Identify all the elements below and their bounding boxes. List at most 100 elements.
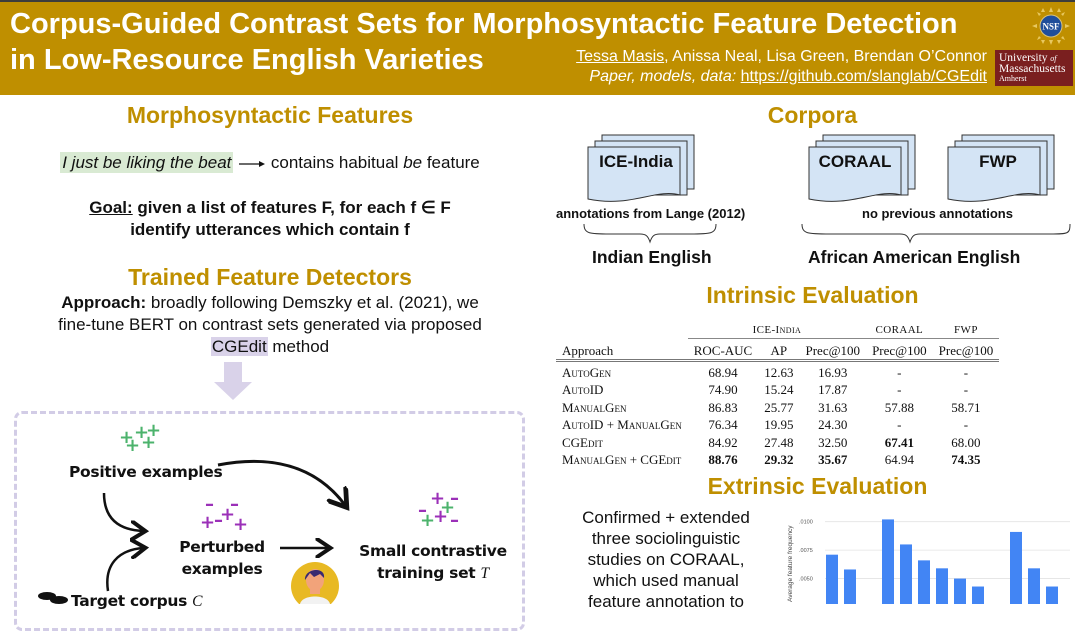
approach-name: ManualGen <box>562 399 627 415</box>
table-cell: 24.30 <box>818 417 848 433</box>
group-header-coraal: CORAAL <box>866 314 933 339</box>
co-authors: , Anissa Neal, Lisa Green, Brendan O’Con… <box>664 48 987 65</box>
target-corpus-label: Target corpus C <box>71 592 203 610</box>
presenting-author: Tessa Masis <box>576 48 665 65</box>
section-title-trained-detectors: Trained Feature Detectors <box>128 264 412 290</box>
table-cell: 15.24 <box>764 382 794 398</box>
poster-title-line1: Corpus-Guided Contrast Sets for Morphosy… <box>10 8 958 40</box>
table-cell: 25.77 <box>764 399 794 415</box>
table-cell: 35.67 <box>818 452 848 468</box>
y-tick-label: .0100 <box>799 520 813 526</box>
doc-label-coraal: CORAAL <box>818 152 892 171</box>
section-title-intrinsic-eval: Intrinsic Evaluation <box>706 282 919 308</box>
bar-group2-3 <box>918 560 930 604</box>
column-header: Approach <box>556 338 688 362</box>
table-cell: 57.88 <box>884 399 914 415</box>
down-arrow-icon <box>214 362 252 400</box>
table-row: ManualGen 86.83 25.77 31.63 57.88 58.71 <box>556 399 999 417</box>
column-header: Prec@100 <box>866 338 933 362</box>
section-title-morph-features: Morphosyntactic Features <box>126 102 414 128</box>
column-header: ROC-AUC <box>687 338 759 362</box>
table-row: CGEdit 84.92 27.48 32.50 67.41 68.00 <box>556 434 999 452</box>
poster-header: Corpus-Guided Contrast Sets for Morphosy… <box>0 0 1075 95</box>
table-cell: 67.41 <box>884 434 914 450</box>
table-cell: 31.63 <box>818 399 848 415</box>
goal-statement: Goal: given a list of features F, for ea… <box>89 198 451 239</box>
brace-aae <box>801 223 1071 244</box>
group-label-indian-english: Indian English <box>592 247 712 267</box>
table-row: AutoGen 68.94 12.63 16.93 - - <box>556 361 999 382</box>
section-title-extrinsic-eval: Extrinsic Evaluation <box>707 473 928 499</box>
table-cell: 88.76 <box>708 452 738 468</box>
table-cell: 58.71 <box>951 399 981 415</box>
bar-group2-4 <box>936 568 948 604</box>
table-cell: 29.32 <box>764 452 794 468</box>
approach-name: AutoGen <box>562 364 612 380</box>
annotation-note-aae: no previous annotations <box>862 206 1013 221</box>
cgedit-highlight: CGEdit <box>210 337 268 356</box>
bar-group2-2 <box>900 544 912 604</box>
table-cell: 84.92 <box>708 434 738 450</box>
column-header: AP <box>758 338 800 362</box>
goal-label: Goal: <box>89 198 133 217</box>
brace-india <box>583 223 717 244</box>
table-cell: 12.63 <box>764 364 794 380</box>
github-link[interactable]: https://github.com/slanglab/CGEdit <box>741 68 987 85</box>
bar-group3-2 <box>1028 568 1040 604</box>
table-row: AutoID + ManualGen 76.34 19.95 24.30 - - <box>556 417 999 435</box>
links-line: Paper, models, data: https://github.com/… <box>589 68 987 86</box>
bar-group3-3 <box>1046 586 1058 604</box>
annotation-note-india: annotations from Lange (2012) <box>556 206 746 221</box>
table-cell: 76.34 <box>708 417 738 433</box>
doc-label-fwp: FWP <box>979 152 1017 171</box>
table-cell: 74.90 <box>708 382 738 398</box>
table-cell: 16.93 <box>818 364 848 380</box>
group-header-fwp: FWP <box>932 314 1000 339</box>
table-cell: 74.35 <box>951 452 981 468</box>
bar-group2-5 <box>954 578 966 604</box>
bar-group1-2 <box>844 569 856 604</box>
column-header: Prec@100 <box>799 338 867 362</box>
extrinsic-description: Confirmed + extended three sociolinguist… <box>582 508 750 611</box>
umass-logo: University of Massachusetts Amherst <box>995 50 1073 86</box>
table-cell: 68.00 <box>951 434 981 450</box>
approach-name: AutoID <box>562 382 604 398</box>
svg-text:NSF: NSF <box>1042 22 1060 32</box>
approach-name: CGEdit <box>562 434 603 450</box>
column-header: Prec@100 <box>932 338 1000 362</box>
poster-title-line2: in Low-Resource English Varieties <box>10 44 484 76</box>
bar-group3-1 <box>1010 531 1022 604</box>
feature-example: I just be liking the beat contains habit… <box>0 152 540 173</box>
links-label: Paper, models, data: <box>589 68 737 85</box>
table-cell: 17.87 <box>818 382 848 398</box>
nsf-logo-icon: NSF <box>1032 7 1070 45</box>
table-cell: - <box>963 382 969 398</box>
approach-name: ManualGen + CGEdit <box>562 452 682 468</box>
bar-group2-1 <box>882 519 894 604</box>
group-header-ice-india: ICE-India <box>687 314 867 339</box>
arrow-positive-to-set <box>217 459 345 505</box>
table-cell: - <box>963 417 969 433</box>
y-tick-label: .0075 <box>799 548 813 554</box>
arrow-right-icon <box>239 160 266 167</box>
feature-frequency-bar-chart: Average feature frequency .0025.0050.007… <box>787 519 1070 604</box>
table-row: ManualGen + CGEdit 88.76 29.32 35.67 64.94 74… <box>556 452 999 470</box>
table-cell: - <box>897 417 902 433</box>
table-cell: 86.83 <box>708 399 738 415</box>
arrow-positive-to-perturbed <box>102 492 143 531</box>
table-cell: - <box>897 364 902 380</box>
section-title-corpora: Corpora <box>767 102 858 128</box>
corpus-database-icon <box>38 592 68 604</box>
bar-group2-6 <box>972 586 984 604</box>
y-tick-label: .0050 <box>799 577 813 583</box>
diagram-arrows <box>102 459 540 592</box>
arrow-corpus-to-perturbed <box>106 548 143 592</box>
intrinsic-results-table: ICE-India CORAAL FWP Approach ROC-AUC AP… <box>556 314 1000 470</box>
table-cell: - <box>963 364 969 380</box>
example-sentence: I just be liking the beat <box>60 152 234 173</box>
grouping-braces <box>583 223 1071 244</box>
table-cell: 19.95 <box>764 417 794 433</box>
group-label-aae: African American English <box>808 247 1021 267</box>
doc-label-ice-india: ICE-India <box>599 152 673 171</box>
approach-name: AutoID + ManualGen <box>562 417 682 433</box>
